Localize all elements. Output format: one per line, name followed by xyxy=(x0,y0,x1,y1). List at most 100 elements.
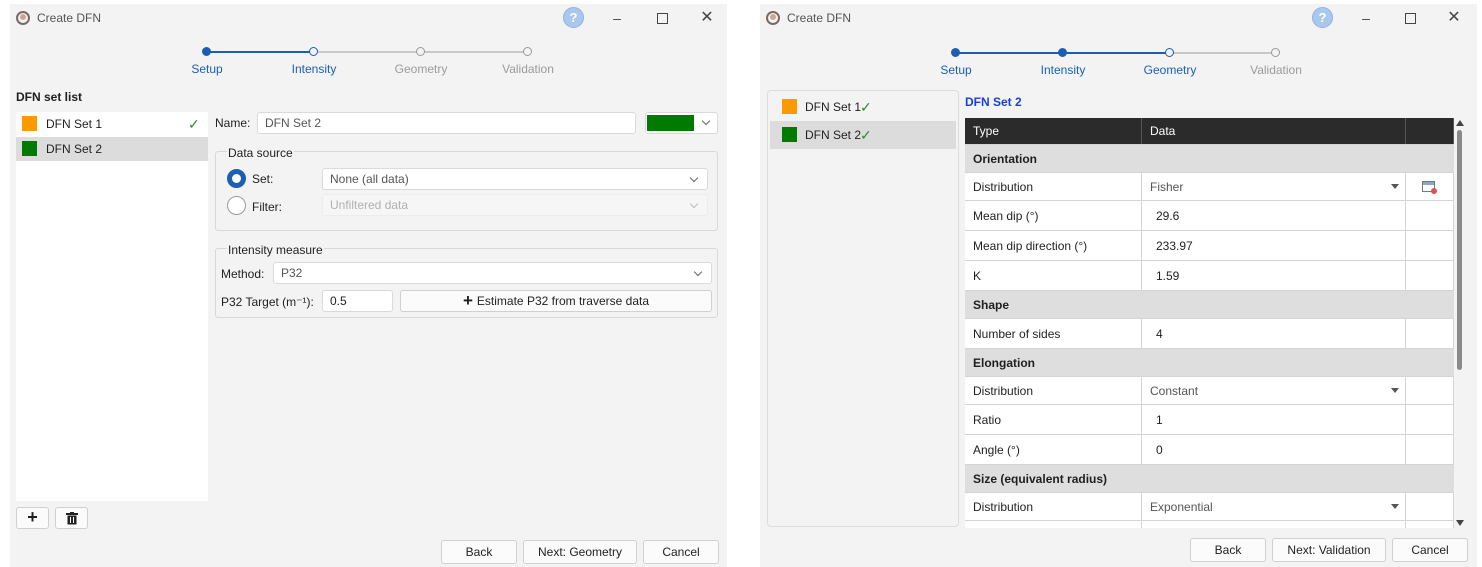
set-list-item-2[interactable]: DFN Set 2 ✓ xyxy=(770,121,956,149)
intensity-measure-title: Intensity measure xyxy=(227,243,324,257)
table-row: Ratio 1 xyxy=(965,405,1454,435)
section-row: Elongation xyxy=(965,349,1454,377)
maximize-button[interactable] xyxy=(1388,4,1432,32)
scroll-down-icon[interactable] xyxy=(1456,520,1464,526)
mean-dip-input[interactable]: 29.6 xyxy=(1142,201,1406,230)
method-label: Method: xyxy=(221,267,265,281)
k-input[interactable]: 1.59 xyxy=(1142,261,1406,290)
step-label-setup[interactable]: Setup xyxy=(911,63,1001,77)
dfn-set-list: DFN Set 1 ✓ DFN Set 2 ✓ xyxy=(767,90,959,527)
distribution-select[interactable]: Fisher xyxy=(1142,173,1406,200)
plus-icon: + xyxy=(462,291,473,310)
step-label-validation: Validation xyxy=(1250,63,1302,77)
column-header-extra xyxy=(1406,118,1454,144)
step-label-intensity[interactable]: Intensity xyxy=(1018,63,1108,77)
help-icon[interactable]: ? xyxy=(563,7,584,28)
step-dot-validation xyxy=(1271,48,1280,57)
filter-select-value: Unfiltered data xyxy=(330,198,409,212)
set-radio[interactable] xyxy=(227,169,246,188)
title-bar: Create DFN ? – ✕ xyxy=(760,4,1477,32)
select-value: Exponential xyxy=(1150,499,1213,514)
chevron-down-icon xyxy=(701,116,711,126)
scrollbar-thumb[interactable] xyxy=(1457,130,1462,370)
add-set-button[interactable]: + xyxy=(16,507,49,529)
set-color-swatch xyxy=(782,99,797,114)
distribution-select[interactable]: Constant xyxy=(1142,377,1406,404)
create-dfn-window-intensity: Create DFN ? – ✕ Setup Intensity Geometr… xyxy=(10,4,727,567)
dropdown-arrow-icon xyxy=(1391,184,1399,189)
p32-target-input[interactable]: 0.5 xyxy=(322,290,393,312)
section-label: Elongation xyxy=(973,355,1035,370)
section-label: Shape xyxy=(973,297,1010,312)
filter-radio-label: Filter: xyxy=(252,200,282,214)
section-row: Shape xyxy=(965,291,1454,319)
create-dfn-window-geometry: Create DFN ? – ✕ Setup Intensity Geometr… xyxy=(760,4,1477,567)
step-connector xyxy=(207,51,314,53)
minimize-button[interactable]: – xyxy=(1344,4,1388,32)
set-list-item-2[interactable]: DFN Set 2 xyxy=(16,137,208,161)
ratio-input[interactable]: 1 xyxy=(1142,405,1406,434)
step-label-setup[interactable]: Setup xyxy=(162,62,252,76)
check-icon: ✓ xyxy=(860,127,872,143)
section-row: Size (equivalent radius) xyxy=(965,465,1454,493)
step-label-geometry[interactable]: Geometry xyxy=(1125,63,1215,77)
set-color-swatch xyxy=(782,127,797,142)
set-select-value: None (all data) xyxy=(330,172,409,186)
close-button[interactable]: ✕ xyxy=(1432,4,1476,32)
row-label: K xyxy=(965,261,1142,290)
dropdown-arrow-icon xyxy=(1391,388,1399,393)
color-picker[interactable] xyxy=(645,112,718,134)
stats-button[interactable] xyxy=(1406,173,1454,200)
row-label: Distribution xyxy=(965,493,1142,520)
row-value[interactable] xyxy=(1142,521,1406,528)
step-label-intensity[interactable]: Intensity xyxy=(269,62,359,76)
estimate-p32-button[interactable]: + Estimate P32 from traverse data xyxy=(400,290,712,312)
set-name-label: DFN Set 1 xyxy=(46,117,103,131)
number-of-sides-input[interactable]: 4 xyxy=(1142,319,1406,348)
next-button[interactable]: Next: Validation xyxy=(1272,538,1386,562)
minimize-button[interactable]: – xyxy=(595,4,639,32)
app-icon xyxy=(16,11,30,25)
window-title: Create DFN xyxy=(787,11,852,25)
next-button[interactable]: Next: Geometry xyxy=(523,540,637,564)
row-label: Distribution xyxy=(965,377,1142,404)
section-label: Orientation xyxy=(973,151,1038,166)
app-icon xyxy=(766,11,780,25)
step-dot-setup xyxy=(202,47,211,56)
step-connector xyxy=(1170,52,1276,54)
table-header-row: Type Data xyxy=(965,118,1454,145)
scroll-up-icon[interactable] xyxy=(1456,120,1464,126)
help-icon[interactable]: ? xyxy=(1312,7,1333,28)
step-dot-intensity xyxy=(309,47,318,56)
delete-set-button[interactable] xyxy=(55,507,88,529)
name-input[interactable]: DFN Set 2 xyxy=(257,112,636,134)
section-row: Orientation xyxy=(965,145,1454,173)
cancel-button[interactable]: Cancel xyxy=(643,540,719,564)
maximize-button[interactable] xyxy=(640,4,684,32)
set-select[interactable]: None (all data) xyxy=(322,168,708,190)
close-button[interactable]: ✕ xyxy=(685,4,729,32)
select-value: Constant xyxy=(1150,383,1199,398)
table-row: K 1.59 xyxy=(965,261,1454,291)
filter-radio[interactable] xyxy=(227,196,246,215)
data-source-title: Data source xyxy=(227,146,294,160)
table-scrollbar[interactable] xyxy=(1455,118,1464,528)
cancel-button[interactable]: Cancel xyxy=(1392,538,1468,562)
angle-input[interactable]: 0 xyxy=(1142,435,1406,464)
step-dot-intensity xyxy=(1058,48,1067,57)
set-color-swatch xyxy=(22,116,37,131)
set-name-label: DFN Set 1 xyxy=(805,100,862,114)
row-label: Mean dip direction (°) xyxy=(965,231,1142,260)
set-list-item-1[interactable]: DFN Set 1 ✓ xyxy=(16,112,208,136)
stats-icon xyxy=(1422,181,1437,194)
set-name-label: DFN Set 2 xyxy=(46,142,103,156)
properties-table: Type Data Orientation Distribution Fishe… xyxy=(965,118,1454,528)
mean-dip-direction-input[interactable]: 233.97 xyxy=(1142,231,1406,260)
distribution-select[interactable]: Exponential xyxy=(1142,493,1406,520)
row-label xyxy=(965,521,1142,528)
back-button[interactable]: Back xyxy=(441,540,517,564)
step-label-validation: Validation xyxy=(502,62,554,76)
back-button[interactable]: Back xyxy=(1190,538,1266,562)
set-list-item-1[interactable]: DFN Set 1 ✓ xyxy=(768,93,958,121)
method-select[interactable]: P32 xyxy=(273,262,712,284)
